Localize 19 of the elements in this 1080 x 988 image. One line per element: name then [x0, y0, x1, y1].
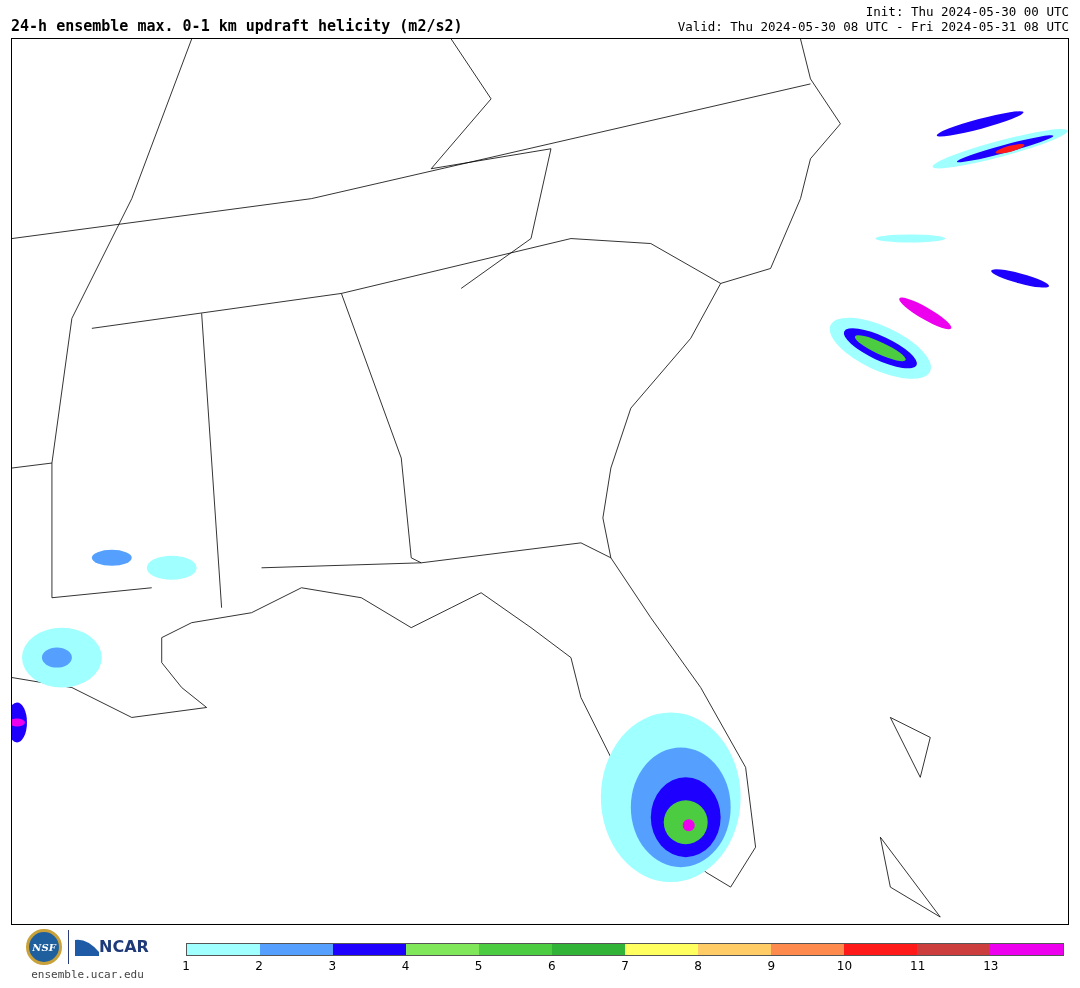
tick-label: 10 [836, 960, 853, 972]
tick-label: 8 [694, 960, 702, 972]
tick-label: 4 [401, 960, 410, 972]
tick-label: 3 [328, 960, 337, 972]
nsf-logo: NSF [26, 929, 63, 965]
ncar-logo: NCAR [99, 936, 149, 958]
tick-label: 13 [983, 960, 999, 972]
swoosh-icon [75, 938, 100, 956]
tick-label: 11 [910, 960, 926, 972]
tick-label: 5 [474, 960, 483, 972]
tick-label: 2 [255, 960, 263, 972]
chart-title: 24-h ensemble max. 0-1 km updraft helicity (m2/s2) [11, 19, 463, 34]
tick-label: 1 [182, 960, 190, 972]
valid-time: Valid: Thu 2024-05-30 08 UTC - Fri 2024-05-31 08 UTC [677, 19, 1069, 34]
init-time: Init: Thu 2024-05-30 00 UTC [865, 4, 1069, 19]
site-url: ensemble.ucar.edu [31, 967, 144, 983]
tick-label: 7 [621, 960, 629, 972]
tick-label: 6 [548, 960, 556, 972]
tick-label: 9 [767, 960, 776, 972]
